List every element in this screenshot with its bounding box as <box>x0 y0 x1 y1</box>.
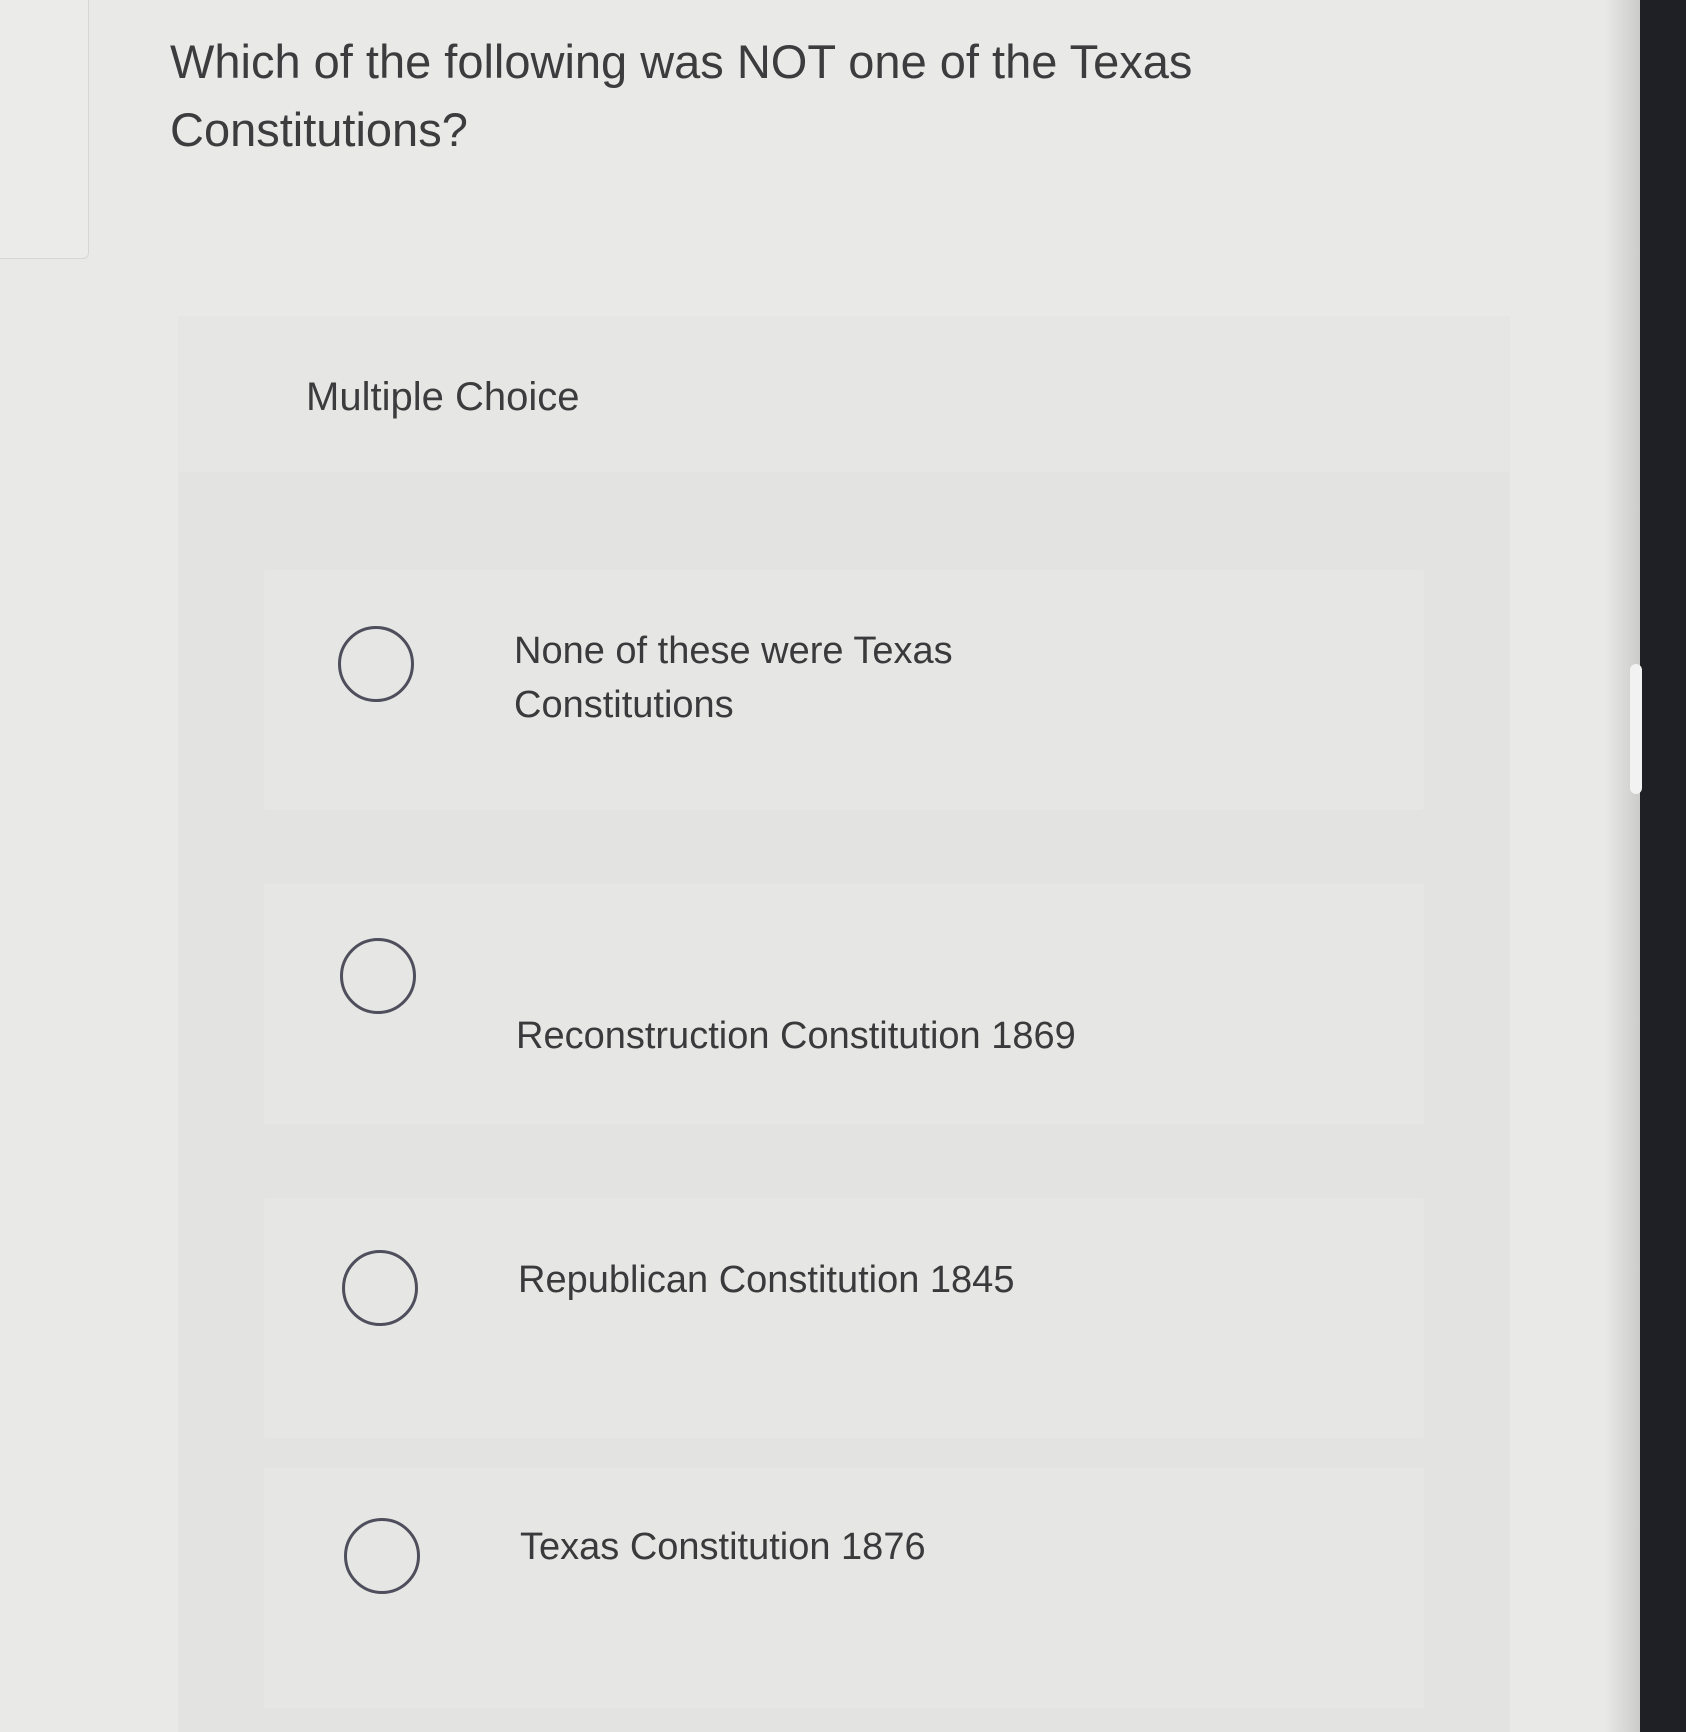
radio-button[interactable] <box>342 1250 418 1326</box>
screen-edge-shadow <box>1604 0 1640 1732</box>
multiple-choice-header: Multiple Choice <box>178 316 1510 472</box>
answer-option-label: Republican Constitution 1845 <box>518 1259 1015 1301</box>
multiple-choice-panel: Multiple Choice None of these were Texas… <box>178 316 1510 1732</box>
multiple-choice-label: Multiple Choice <box>306 375 580 419</box>
answer-option-label: Reconstruction Constitution 1869 <box>516 1015 1076 1057</box>
radio-button[interactable] <box>344 1518 420 1594</box>
scrollbar-track[interactable] <box>1640 0 1686 1732</box>
answer-option-label: Texas Constitution 1876 <box>520 1526 926 1568</box>
answer-option-1[interactable]: None of these were Texas Constitutions <box>264 570 1424 810</box>
answer-option-label: None of these were Texas Constitutions <box>514 630 953 726</box>
scrollbar-thumb[interactable] <box>1630 664 1642 794</box>
answer-option-3[interactable]: Republican Constitution 1845 <box>264 1198 1424 1438</box>
question-text: Which of the following was NOT one of th… <box>170 35 1193 156</box>
answer-option-4[interactable]: Texas Constitution 1876 <box>264 1468 1424 1708</box>
radio-button[interactable] <box>340 938 416 1014</box>
answer-option-2[interactable]: Reconstruction Constitution 1869 <box>264 884 1424 1124</box>
left-side-tab <box>0 0 89 259</box>
radio-button[interactable] <box>338 626 414 702</box>
